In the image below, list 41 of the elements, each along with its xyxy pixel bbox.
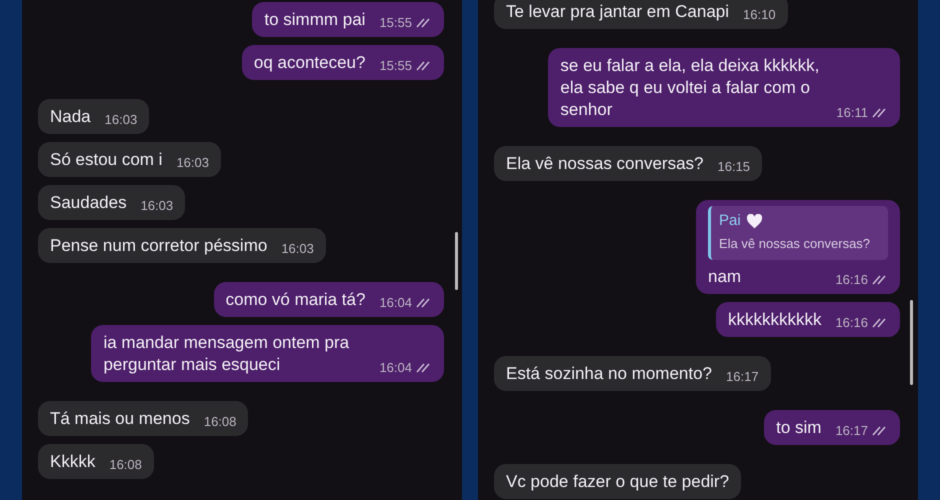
message-time: 16:03 [176, 154, 209, 172]
message-time: 16:08 [109, 456, 142, 474]
message-text: Nada [50, 106, 91, 128]
message-time: 16:03 [104, 111, 138, 129]
message-text: Kkkkk [50, 451, 96, 473]
message-text: Pense num corretor péssimo [50, 235, 268, 257]
message-text: to simmm pai [264, 9, 366, 31]
message-text: oq aconteceu? [254, 52, 366, 74]
message-time: 16:15 [718, 158, 750, 176]
message-time: 16:03 [281, 240, 314, 258]
message-text: kkkkkkkkkkk [728, 309, 822, 331]
scrollbar[interactable] [910, 300, 913, 385]
message-time: 15:55 [379, 14, 412, 32]
message-time: 15:55 [379, 57, 412, 75]
message-time: 16:04 [379, 359, 412, 377]
quoted-message[interactable]: Pai Ela vê nossas conversas? [708, 206, 888, 260]
message-text: to sim [776, 417, 822, 439]
message-time: 16:17 [726, 368, 759, 386]
heart-icon [746, 214, 763, 228]
message-time: 16:17 [835, 422, 868, 440]
message-text: Te levar pra jantar em Canapi [506, 1, 730, 23]
message-text: Está sozinha no momento? [506, 363, 712, 385]
message-text: nam [708, 266, 742, 288]
message-time: 16:11 [836, 104, 868, 122]
message-text: Tá mais ou menos [50, 408, 190, 430]
message-time: 16:03 [140, 197, 174, 215]
message-text: como vó maria tá? [226, 289, 366, 311]
message-time: 16:04 [379, 294, 412, 312]
message-text: Só estou com i [50, 149, 162, 171]
message-time: 16:10 [743, 6, 776, 24]
message-text: ia mandar mensagem ontem pra perguntar mais esqueci [103, 332, 350, 376]
message-text: se eu falar a ela, ela deixa kkkkkk, ela sabe q eu voltei a falar com o senhor [560, 55, 820, 121]
message-text: Saudades [50, 192, 127, 214]
quote-author: Pai [719, 211, 741, 231]
message-time: 16:16 [835, 271, 868, 289]
message-text: Vc pode fazer o que te pedir? [506, 471, 730, 493]
quote-text: Ela vê nossas conversas? [719, 236, 870, 251]
message-text: Ela vê nossas conversas? [506, 153, 704, 175]
scrollbar[interactable] [455, 232, 458, 290]
message-time: 16:16 [835, 314, 868, 332]
message-time: 16:08 [204, 413, 236, 431]
